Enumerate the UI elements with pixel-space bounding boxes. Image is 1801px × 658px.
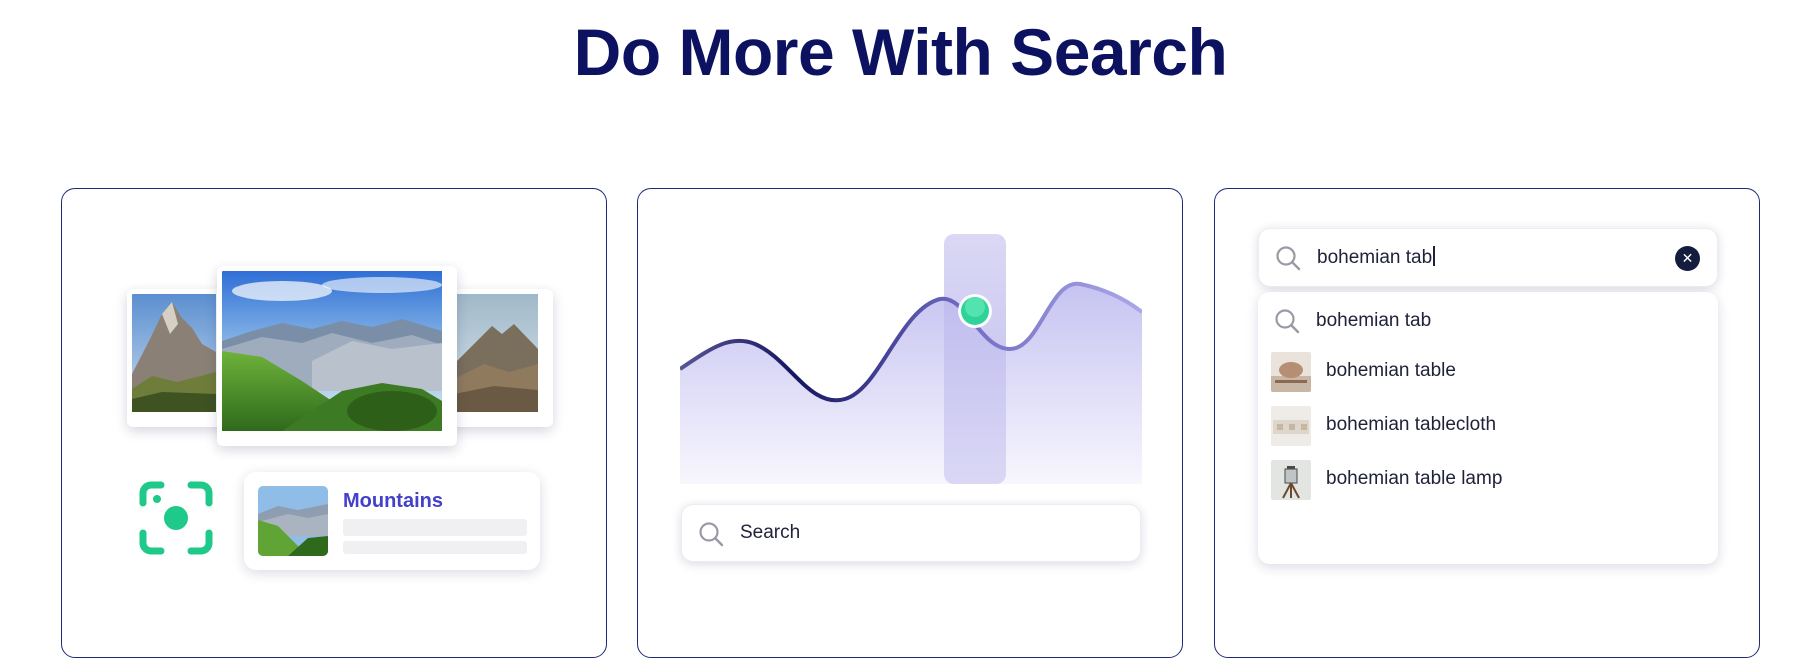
text-caret (1433, 246, 1435, 266)
suggestion-item[interactable]: bohemian tablecloth (1258, 402, 1718, 448)
result-skeleton-line (343, 541, 527, 554)
suggestion-label: bohemian tablecloth (1326, 414, 1497, 435)
mountain-photo-left (127, 289, 231, 427)
search-placeholder: Search (740, 522, 801, 543)
chart-area (680, 283, 1142, 484)
page-title: Do More With Search (573, 15, 1228, 89)
clear-search-button[interactable]: ✕ (1675, 246, 1700, 271)
search-query-text: bohemian tab (1317, 247, 1433, 268)
search-query-input[interactable]: bohemian tab (1317, 246, 1435, 269)
suggestion-item[interactable]: bohemian tab (1258, 298, 1718, 344)
result-thumbnail (258, 486, 328, 556)
search-icon (1276, 246, 1301, 271)
result-skeleton-line (343, 519, 527, 536)
trends-search-box[interactable]: Search (681, 504, 1141, 562)
suggestion-item[interactable]: bohemian table lamp (1258, 456, 1718, 502)
autocomplete-search-box[interactable]: bohemian tab ✕ (1258, 228, 1718, 287)
suggestion-dropdown: bohemian tab bohemian table bohemian tab… (1258, 292, 1718, 564)
product-thumbnail (1271, 406, 1311, 446)
visual-search-result[interactable]: Mountains (244, 472, 540, 570)
suggestion-label: bohemian table (1326, 360, 1456, 381)
suggestion-label: bohemian tab (1316, 310, 1432, 331)
search-icon (699, 522, 724, 547)
product-thumbnail (1271, 352, 1311, 392)
visual-search-card: Mountains (61, 188, 607, 658)
autocomplete-card: bohemian tab ✕ bohemian tab bohemian tab… (1214, 188, 1760, 658)
mountain-photo-main (217, 266, 457, 446)
trend-chart (680, 234, 1142, 484)
suggestion-label: bohemian table lamp (1326, 468, 1503, 489)
product-thumbnail (1271, 460, 1311, 500)
close-icon: ✕ (1681, 250, 1694, 266)
suggestion-item[interactable]: bohemian table (1258, 348, 1718, 394)
search-icon (1275, 309, 1300, 334)
visual-search-lens-icon[interactable] (139, 481, 213, 555)
search-trends-card: Search (637, 188, 1183, 658)
mountain-photo-right (449, 289, 553, 427)
result-title: Mountains (343, 490, 443, 512)
